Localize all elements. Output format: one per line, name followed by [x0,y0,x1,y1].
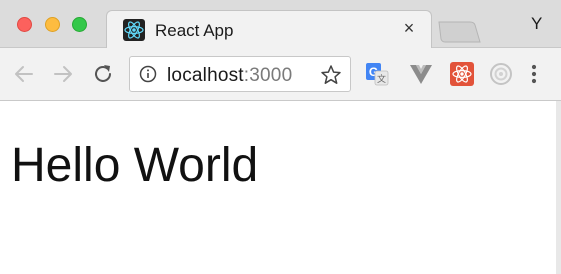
address-bar[interactable]: localhost:3000 [129,56,351,92]
menu-kebab-icon[interactable] [528,63,540,85]
tab-close-icon[interactable]: × [399,18,419,38]
info-icon[interactable] [139,65,157,83]
react-devtools-icon[interactable] [450,62,474,86]
new-tab-button[interactable] [436,20,482,44]
back-arrow-icon[interactable] [12,62,36,86]
address-host: localhost [167,65,244,86]
tab-title: React App [155,21,234,40]
toolbar: localhost:3000 G 文 [0,48,561,101]
page-content: Hello World [0,101,561,274]
tab-react-app[interactable]: React App × [106,10,432,49]
bookmark-star-icon[interactable] [320,64,342,86]
forward-arrow-icon[interactable] [51,62,75,86]
profile-button[interactable]: Y [531,14,542,34]
reload-icon[interactable] [91,62,115,86]
scrollbar-edge [556,101,561,274]
vue-devtools-icon[interactable] [409,62,433,86]
svg-text:文: 文 [377,73,386,84]
camera-icon[interactable] [489,62,513,86]
page-heading: Hello World [11,139,259,192]
google-translate-icon[interactable]: G 文 [365,62,389,86]
window-maximize-button[interactable] [72,17,87,32]
react-icon [123,19,145,41]
window-minimize-button[interactable] [45,17,60,32]
address-port: :3000 [243,65,293,86]
address-text: localhost:3000 [167,65,292,87]
title-bar: React App × Y [0,0,561,49]
window-close-button[interactable] [17,17,32,32]
